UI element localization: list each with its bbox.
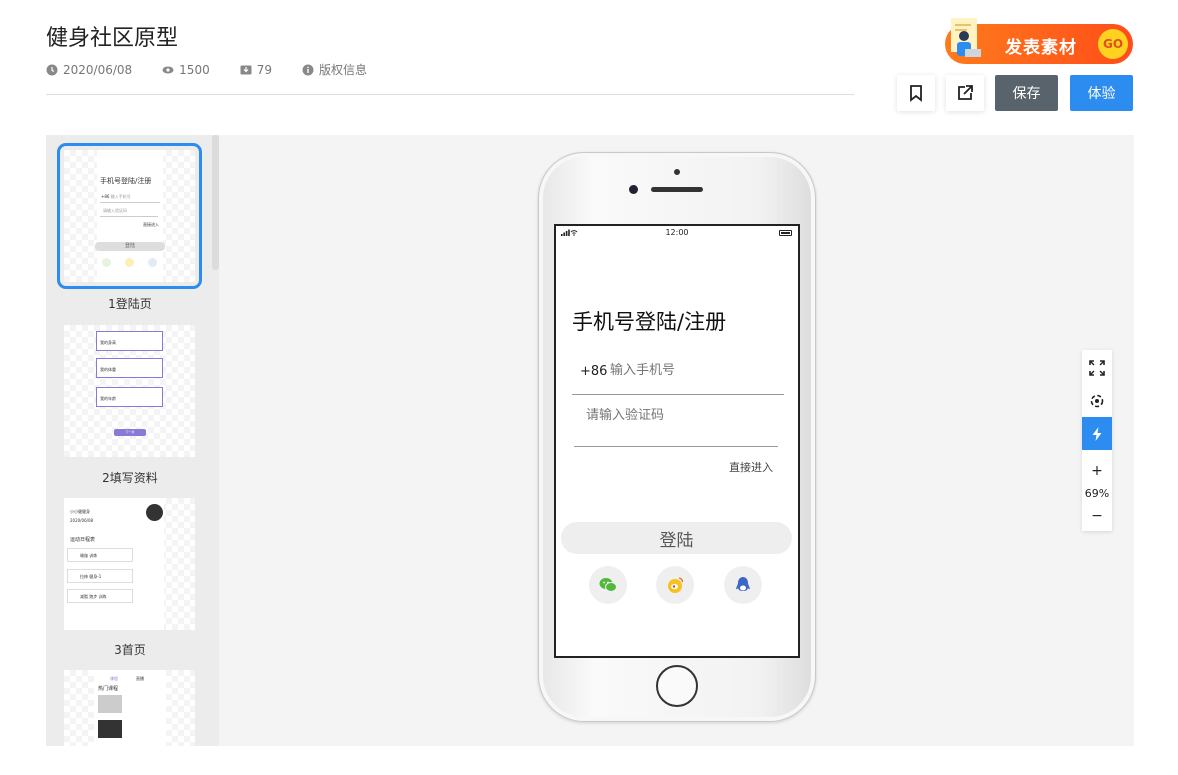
thumb-height-row: 我的身高 [96,331,163,351]
thumb-next-button: 下一步 [114,429,146,436]
phone-input-underline [572,394,784,395]
phone-home-button [656,665,698,707]
qq-login-button[interactable] [724,566,762,604]
thumbnail-page-1[interactable]: 手机号登陆/注册 +86 输入手机号 请输入验证码 直接进入 登陆 [57,143,202,289]
thumb-direct: 直接进入 [143,222,159,227]
thumb-weight-row: 我的体重 [96,358,163,378]
meta-copyright[interactable]: 版权信息 [302,61,367,78]
code-input-underline [574,446,778,447]
login-button[interactable]: 登陆 [561,522,792,554]
fullscreen-icon [1089,359,1105,376]
thumbnail-label-1[interactable]: 1登陆页 [46,295,214,312]
phone-screen: 12:00 手机号登陆/注册 +86 直接进入 登陆 [554,224,800,658]
external-link-icon [958,85,973,100]
page-thumbnails-panel[interactable]: 手机号登陆/注册 +86 输入手机号 请输入验证码 直接进入 登陆 1登陆页 我… [46,135,219,746]
qq-icon [736,577,750,591]
status-time: 12:00 [665,228,689,237]
person-laptop-icon [951,18,981,57]
downloads-count: 79 [256,62,272,77]
bookmark-icon [910,85,922,102]
thumbnail-page-3[interactable]: 小小健健身 2020/06/08 运动日程表 瑜伽 训练 拉伸 健身-1 减脂 … [64,498,195,630]
promo-go-button[interactable]: GO [1098,29,1128,59]
thumbnail-page-2[interactable]: 我的身高 我的体重 我的年龄 下一步 [64,325,195,457]
views-count: 1500 [179,62,210,77]
thumb-date: 2020/06/08 [70,518,94,523]
zoom-in-button[interactable]: + [1082,456,1112,486]
weibo-icon [668,577,684,593]
save-button[interactable]: 保存 [995,75,1058,111]
phone-speaker [651,187,703,192]
share-button[interactable] [946,75,984,111]
weibo-login-button[interactable] [656,566,694,604]
battery-icon [779,230,792,236]
date-text: 2020/06/08 [63,62,133,77]
zoom-level: 69% [1084,487,1110,500]
quick-mode-button[interactable] [1082,417,1112,450]
thumb-tab-live: 直播 [136,676,144,681]
meta-date: 2020/06/08 [46,61,132,78]
header-divider [46,94,854,95]
wechat-icon [599,578,617,592]
page-title: 健身社区原型 [46,26,179,51]
thumb-username: 小小健健身 [70,509,90,514]
thumb-login: 登陆 [95,242,165,251]
thumb-item-2: 拉伸 健身-1 [67,569,133,583]
verification-code-input[interactable] [586,408,766,423]
info-icon [302,64,314,75]
country-code[interactable]: +86 [580,364,607,379]
direct-enter-link[interactable]: 直接进入 [729,459,773,475]
thumb-phone: +86 输入手机号 [101,194,131,199]
promo-banner[interactable]: 发表素材 GO [945,18,1133,64]
sidebar-scrollbar[interactable] [212,135,219,270]
meta-downloads: 79 [240,61,272,78]
phone-sensor [674,169,680,175]
thumb-item-1: 瑜伽 训练 [67,548,133,562]
thumb-heading: 热门课程 [98,686,119,692]
thumb-section: 运动日程表 [70,537,96,543]
promo-text: 发表素材 [1005,38,1077,58]
thumbnail-page-4[interactable]: 课程 直播 热门课程 [64,670,195,746]
phone-camera [629,185,638,194]
focus-button[interactable] [1082,384,1112,417]
wechat-login-button[interactable] [589,566,627,604]
thumb-tab-course: 课程 [110,676,118,681]
clock-icon [46,64,58,75]
thumb-code: 请输入验证码 [103,208,127,213]
phone-number-input[interactable] [610,363,770,378]
meta-views: 1500 [162,61,210,78]
bookmark-button[interactable] [897,75,935,111]
download-box-icon [240,65,252,74]
lightning-icon [1092,426,1102,441]
thumb-item-3: 减脂 跑步 训练 [67,589,133,603]
status-bar: 12:00 [556,226,798,240]
try-button[interactable]: 体验 [1070,75,1133,111]
target-icon [1090,394,1104,407]
eye-icon [162,66,174,73]
login-title: 手机号登陆/注册 [572,310,727,334]
thumb-age-row: 我的年龄 [96,387,163,407]
zoom-out-button[interactable]: − [1082,501,1112,531]
thumbnail-label-2[interactable]: 2填写资料 [46,469,214,486]
thumb-title: 手机号登陆/注册 [100,177,152,185]
meta-bar: 2020/06/08 1500 79 版权信息 [46,61,397,78]
fullscreen-button[interactable] [1082,351,1112,384]
thumbnail-label-3[interactable]: 3首页 [46,641,214,658]
page: 健身社区原型 2020/06/08 1500 79 版权信息 发表素材 GO 保… [0,0,1178,775]
copyright-link[interactable]: 版权信息 [319,61,367,78]
zoom-toolbar: + 69% − [1082,350,1112,531]
